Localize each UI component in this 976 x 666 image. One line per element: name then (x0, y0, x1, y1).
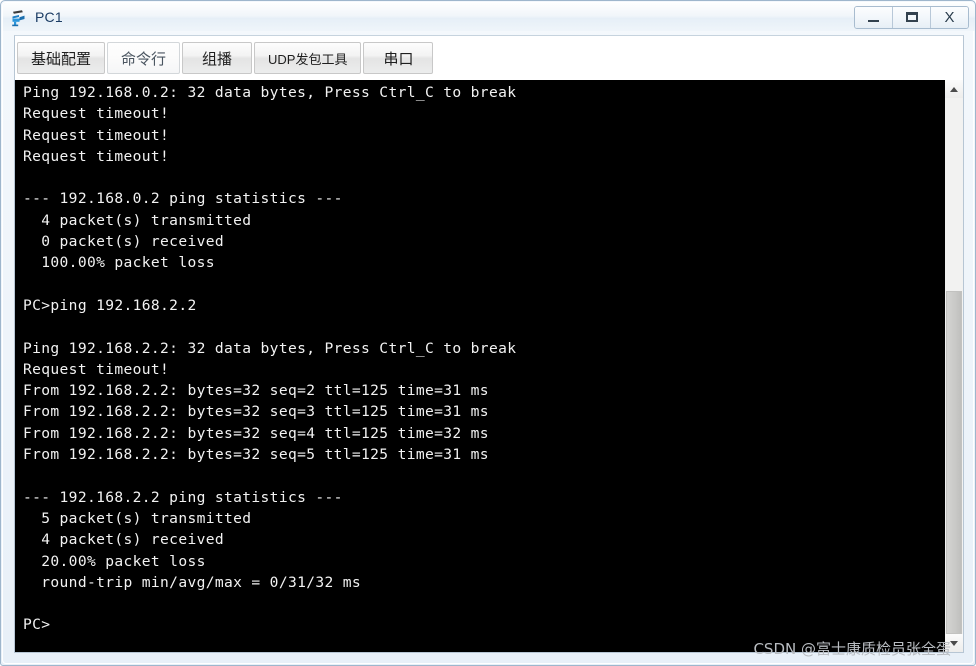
terminal-line: 0 packet(s) received (23, 233, 224, 251)
minimize-icon (868, 19, 879, 22)
close-button[interactable]: X (931, 6, 968, 28)
tab-strip: 基础配置 命令行 组播 UDP发包工具 串口 (15, 36, 963, 80)
tab-udp-tool-label: UDP发包工具 (268, 51, 348, 67)
terminal-line: PC> (23, 616, 51, 634)
close-icon: X (944, 8, 955, 26)
tab-command-line[interactable]: 命令行 (107, 42, 181, 74)
tab-multicast[interactable]: 组播 (182, 42, 253, 74)
terminal-line: From 192.168.2.2: bytes=32 seq=4 ttl=125… (23, 424, 489, 442)
title-bar[interactable]: PC1 X (3, 3, 975, 31)
terminal-scrollbar[interactable] (944, 80, 963, 652)
maximize-button[interactable] (893, 6, 931, 28)
scrollbar-thumb[interactable] (946, 290, 962, 634)
terminal-line: 20.00% packet loss (23, 552, 206, 570)
terminal-output[interactable]: Ping 192.168.0.2: 32 data bytes, Press C… (15, 80, 944, 652)
terminal-line: Request timeout! (23, 126, 170, 144)
client-area: 基础配置 命令行 组播 UDP发包工具 串口 Ping 192.168.0.2:… (14, 35, 964, 653)
tab-serial-port[interactable]: 串口 (363, 42, 434, 74)
tab-multicast-label: 组播 (202, 50, 233, 68)
terminal-line: PC>ping 192.168.2.2 (23, 296, 197, 314)
pc1-window: PC1 X 基础配置 命令行 组播 UDP发包工具 串口 Ping 192.16… (0, 0, 976, 666)
terminal-line: 5 packet(s) transmitted (23, 509, 252, 527)
terminal-line: 100.00% packet loss (23, 254, 215, 272)
window-title: PC1 (35, 9, 63, 25)
minimize-button[interactable] (855, 6, 893, 28)
terminal-line: 4 packet(s) received (23, 531, 224, 549)
terminal-line: Ping 192.168.0.2: 32 data bytes, Press C… (23, 84, 517, 101)
scrollbar-down-button[interactable] (945, 634, 963, 652)
tab-basic-config[interactable]: 基础配置 (17, 42, 106, 74)
maximize-icon (905, 12, 918, 22)
terminal-line: round-trip min/avg/max = 0/31/32 ms (23, 573, 362, 591)
terminal-line: From 192.168.2.2: bytes=32 seq=5 ttl=125… (23, 446, 489, 464)
terminal-line: --- 192.168.2.2 ping statistics --- (23, 488, 343, 506)
terminal-line: --- 192.168.0.2 ping statistics --- (23, 190, 343, 208)
terminal-line: From 192.168.2.2: bytes=32 seq=3 ttl=125… (23, 403, 489, 421)
scrollbar-track[interactable] (945, 98, 963, 634)
terminal-line: Request timeout! (23, 360, 170, 378)
terminal-line: From 192.168.2.2: bytes=32 seq=2 ttl=125… (23, 382, 489, 400)
terminal-line: Ping 192.168.2.2: 32 data bytes, Press C… (23, 339, 517, 357)
tab-command-line-label: 命令行 (121, 50, 167, 68)
tab-basic-config-label: 基础配置 (31, 50, 92, 68)
chevron-up-icon (950, 86, 958, 92)
chevron-down-icon (950, 640, 958, 646)
window-controls: X (854, 5, 969, 29)
tab-udp-tool[interactable]: UDP发包工具 (254, 42, 362, 74)
terminal-line: Request timeout! (23, 147, 170, 165)
scrollbar-up-button[interactable] (945, 80, 963, 98)
terminal-panel: Ping 192.168.0.2: 32 data bytes, Press C… (15, 80, 963, 652)
tab-serial-port-label: 串口 (383, 50, 414, 68)
pc-device-icon (10, 8, 29, 27)
terminal-line: Request timeout! (23, 105, 170, 123)
terminal-line: 4 packet(s) transmitted (23, 211, 252, 229)
